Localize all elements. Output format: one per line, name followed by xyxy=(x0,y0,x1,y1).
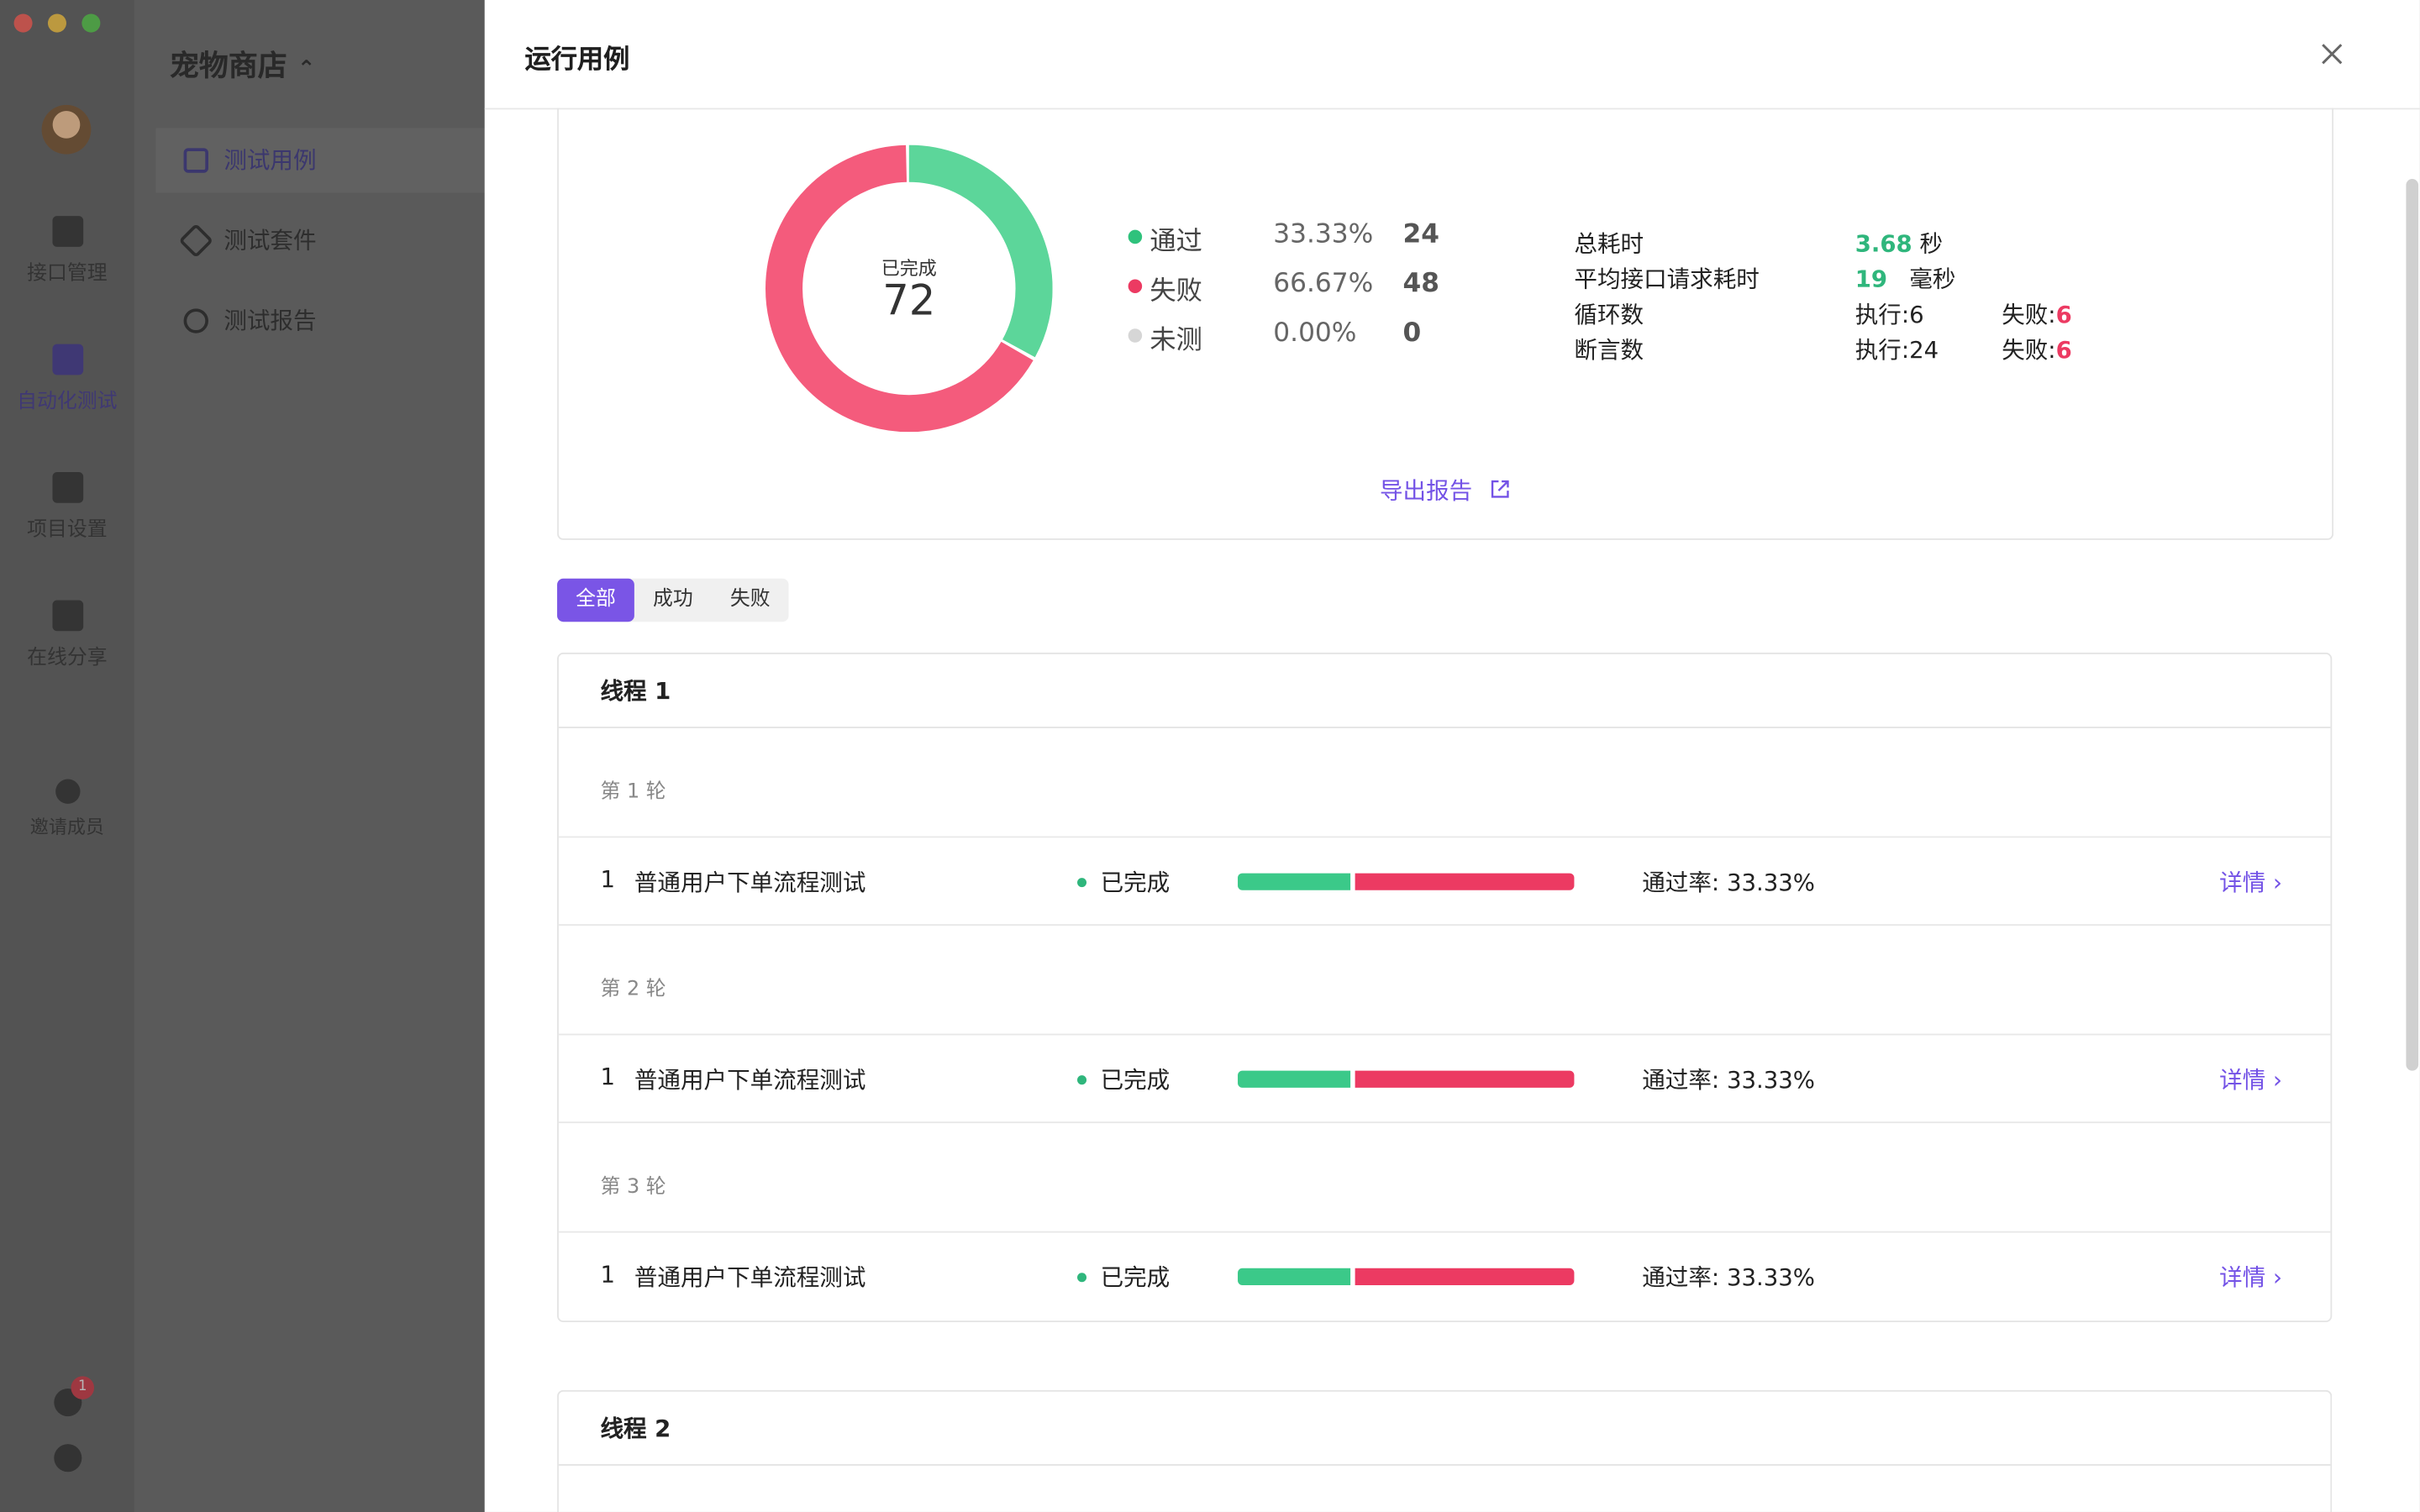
legend-count: 48 xyxy=(1402,268,1440,300)
assert-fail: 失败:6 xyxy=(2002,333,2072,366)
legend-name: 失败 xyxy=(1150,276,1202,307)
legend-name: 未测 xyxy=(1150,325,1202,357)
thread-card: 线程 2 xyxy=(557,1389,2333,1512)
detail-link[interactable]: 详情 › xyxy=(2219,1261,2282,1294)
close-button[interactable] xyxy=(2315,37,2349,71)
case-row: 1 普通用户下单流程测试 已完成 通过率: 33.33% 详情 › xyxy=(558,1035,2331,1124)
case-row: 1 普通用户下单流程测试 已完成 通过率: 33.33% 详情 › xyxy=(558,837,2331,927)
thread-title: 线程 1 xyxy=(558,654,2331,728)
assert-fail-label: 失败: xyxy=(2002,336,2056,365)
case-status: 已完成 xyxy=(1100,1066,1171,1095)
status-dot xyxy=(1077,878,1087,888)
avg-time-value: 19 毫秒 xyxy=(1855,262,1956,295)
case-row: 1 普通用户下单流程测试 已完成 通过率: 33.33% 详情 › xyxy=(559,1233,2331,1321)
drawer-header: 运行用例 xyxy=(484,0,2420,110)
pass-bar xyxy=(1238,873,1351,890)
filter-all[interactable]: 全部 xyxy=(557,578,634,622)
round-label: 第 3 轮 xyxy=(558,1123,2331,1233)
case-number: 1 xyxy=(600,1260,616,1289)
case-number: 1 xyxy=(600,865,616,894)
fail-bar xyxy=(1355,1268,1575,1285)
case-name: 普通用户下单流程测试 xyxy=(634,869,866,897)
avg-time-label: 平均接口请求耗时 xyxy=(1574,265,1760,293)
filter-failed[interactable]: 失败 xyxy=(712,579,789,622)
loops-fail-label: 失败: xyxy=(2002,301,2056,329)
loops-fail-value: 6 xyxy=(2055,301,2072,329)
assert-label: 断言数 xyxy=(1574,336,1644,365)
result-filter: 全部 成功 失败 xyxy=(557,578,789,622)
case-status: 已完成 xyxy=(1100,1263,1171,1292)
assert-exec: 执行:24 xyxy=(1854,336,1939,365)
legend-name: 通过 xyxy=(1150,226,1202,258)
pass-rate: 通过率: 33.33% xyxy=(1642,869,1816,897)
detail-link[interactable]: 详情 › xyxy=(2219,1063,2282,1095)
round-label: 第 1 轮 xyxy=(558,728,2331,838)
legend-percent: 66.67% xyxy=(1273,268,1374,300)
total-time-label: 总耗时 xyxy=(1574,229,1644,258)
thread-card: 线程 1 第 1 轮 1 普通用户下单流程测试 已完成 通过率: 33.33% … xyxy=(557,652,2333,1323)
total-time-unit: 秒 xyxy=(1919,229,1944,258)
loops-label: 循环数 xyxy=(1574,301,1644,329)
pass-rate: 通过率: 33.33% xyxy=(1642,1263,1816,1292)
fail-bar xyxy=(1355,873,1575,890)
pass-dot xyxy=(1128,229,1143,244)
loops-fail: 失败:6 xyxy=(2002,297,2072,330)
case-name: 普通用户下单流程测试 xyxy=(634,1066,866,1095)
status-dot xyxy=(1077,1075,1087,1085)
avg-time-number: 19 xyxy=(1854,265,1888,293)
legend-percent: 33.33% xyxy=(1273,218,1374,250)
legend-percent: 0.00% xyxy=(1273,318,1357,349)
thread-title: 线程 2 xyxy=(558,1392,2331,1466)
drawer-title: 运行用例 xyxy=(524,45,630,76)
total-time-number: 3.68 xyxy=(1854,229,1912,258)
case-status: 已完成 xyxy=(1100,869,1171,897)
legend-count: 24 xyxy=(1402,218,1440,250)
modal-overlay[interactable] xyxy=(0,0,485,1512)
donut-label: 已完成 xyxy=(881,257,937,280)
assert-fail-value: 6 xyxy=(2055,336,2072,365)
detail-link[interactable]: 详情 › xyxy=(2219,865,2282,898)
donut-total: 72 xyxy=(882,277,936,326)
loops-exec: 执行:6 xyxy=(1854,301,1924,329)
run-case-drawer: 运行用例 已完成 72 通过 33.33% 24 失败 66.67% 48 未测… xyxy=(484,0,2420,1512)
untested-dot xyxy=(1128,328,1143,343)
summary-card: 已完成 72 通过 33.33% 24 失败 66.67% 48 未测 0.00… xyxy=(557,108,2334,540)
export-report-link[interactable]: 导出报告 xyxy=(1380,474,1511,507)
pass-rate: 通过率: 33.33% xyxy=(1642,1066,1816,1095)
round-label: 第 2 轮 xyxy=(558,926,2331,1036)
fail-dot xyxy=(1128,279,1143,293)
export-label: 导出报告 xyxy=(1380,476,1473,505)
legend-count: 0 xyxy=(1402,318,1422,349)
filter-success[interactable]: 成功 xyxy=(634,579,712,622)
pass-bar xyxy=(1238,1268,1351,1285)
scrollbar[interactable] xyxy=(2406,179,2419,1071)
avg-time-unit: 毫秒 xyxy=(1909,265,1956,293)
total-time-value: 3.68 秒 xyxy=(1855,227,1943,260)
case-name: 普通用户下单流程测试 xyxy=(634,1263,866,1292)
pass-bar xyxy=(1238,1070,1351,1088)
fail-bar xyxy=(1355,1070,1575,1088)
status-dot xyxy=(1077,1273,1087,1283)
case-number: 1 xyxy=(600,1063,616,1091)
external-link-icon xyxy=(1491,480,1509,498)
close-icon xyxy=(2322,44,2343,65)
